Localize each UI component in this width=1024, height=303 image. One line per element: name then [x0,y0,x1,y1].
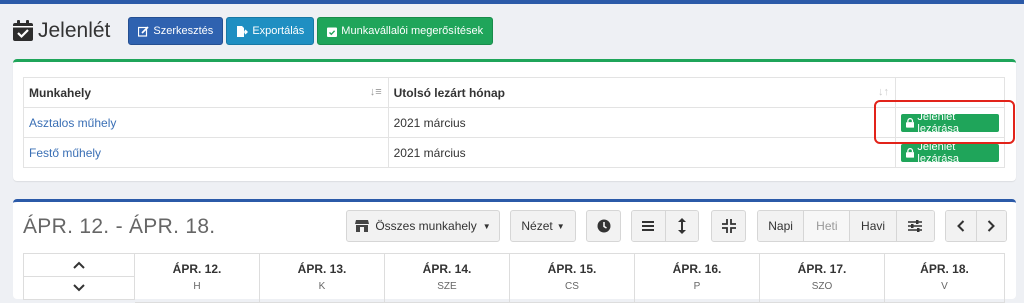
date-range-title: ÁPR. 12. - ÁPR. 18. [23,215,216,238]
column-header-workplace[interactable]: Munkahely ↓≡ [23,77,389,108]
list-view-button[interactable] [632,211,666,241]
row-options-group [631,210,699,242]
calendar-check-icon [327,27,338,37]
table-header-row: Munkahely ↓≡ Utolsó lezárt hónap ↓↑ [23,77,1005,108]
workplace-table: Munkahely ↓≡ Utolsó lezárt hónap ↓↑ Asztal… [23,77,1005,168]
view-dropdown[interactable]: Nézet ▼ [510,210,576,242]
clock-button[interactable] [586,210,621,242]
compress-button[interactable] [711,210,746,242]
day-header: ÁPR. 16. P [635,253,760,303]
store-icon [355,220,370,232]
edit-button[interactable]: Szerkesztés [128,17,224,45]
caret-down-icon: ▼ [482,221,491,231]
column-header-actions [895,77,1005,108]
scroll-down-button[interactable] [24,277,134,299]
daily-view-button[interactable]: Napi [758,211,805,241]
day-header: ÁPR. 17. SZO [760,253,885,303]
day-header: ÁPR. 13. K [260,253,385,303]
top-accent-bar [0,0,1024,4]
page-title: Jelenlét [38,19,111,42]
column-header-last-closed[interactable]: Utolsó lezárt hónap ↓↑ [387,77,897,108]
page-header: Jelenlét Szerkesztés Exportálás Munkavál… [12,16,496,46]
employee-confirmations-button[interactable]: Munkavállalói megerősítések [317,17,494,45]
chevron-down-icon [73,284,85,292]
pagination-group [945,210,1007,242]
last-closed-month: 2021 március [387,137,897,168]
export-button-label: Exportálás [252,25,305,37]
next-week-button[interactable] [976,211,1006,241]
workplace-link[interactable]: Festő műhely [23,137,389,168]
compress-icon [721,219,736,233]
workplace-link[interactable]: Asztalos műhely [23,107,389,138]
workplace-filter-dropdown[interactable]: Összes munkahely ▼ [346,210,500,242]
workplace-card: Munkahely ↓≡ Utolsó lezárt hónap ↓↑ Asztal… [13,59,1016,181]
caret-down-icon: ▼ [556,221,565,231]
calendar-card: ÁPR. 12. - ÁPR. 18. Összes munkahely ▼ N… [13,199,1016,303]
file-export-icon [237,25,249,37]
close-attendance-button[interactable]: Jelenlét lezárása [901,141,999,165]
table-row: Festő műhely 2021 március Jelenlét lezár… [23,137,1005,168]
sliders-icon [908,220,923,232]
close-attendance-button[interactable]: Jelenlét lezárása [901,111,999,135]
sort-desc-icon: ↓≡ [369,86,382,98]
view-mode-group: Napi Heti Havi [757,210,935,242]
chevron-right-icon [988,220,996,232]
edit-button-label: Szerkesztés [153,25,214,37]
day-header: ÁPR. 12. H [135,253,260,303]
scroll-up-button[interactable] [24,254,134,277]
lock-icon [906,147,915,158]
lock-icon [906,117,915,128]
row-nav-column [23,253,135,300]
edit-icon [138,25,150,37]
employee-confirmations-label: Munkavállalói megerősítések [341,25,484,37]
monthly-view-button[interactable]: Havi [850,211,897,241]
weekly-view-button[interactable]: Heti [804,211,851,241]
arrows-vertical-icon [677,218,686,234]
chevron-up-icon [73,261,85,269]
expand-rows-button[interactable] [665,211,698,241]
last-closed-month: 2021 március [387,107,897,138]
export-button[interactable]: Exportálás [226,17,315,45]
sort-icon: ↓↑ [878,86,890,98]
week-grid: ÁPR. 12. H ÁPR. 13. K ÁPR. 14. SZE ÁPR. 15.… [23,253,1005,303]
chevron-left-icon [956,220,964,232]
day-header: ÁPR. 18. V [885,253,1005,303]
calendar-check-icon [12,20,34,42]
list-icon [642,221,655,231]
day-header: ÁPR. 15. CS [510,253,635,303]
day-header: ÁPR. 14. SZE [385,253,510,303]
table-row: Asztalos műhely 2021 március Jelenlét le… [23,107,1005,138]
clock-icon [597,219,610,233]
previous-week-button[interactable] [946,211,977,241]
settings-button[interactable] [896,211,934,241]
